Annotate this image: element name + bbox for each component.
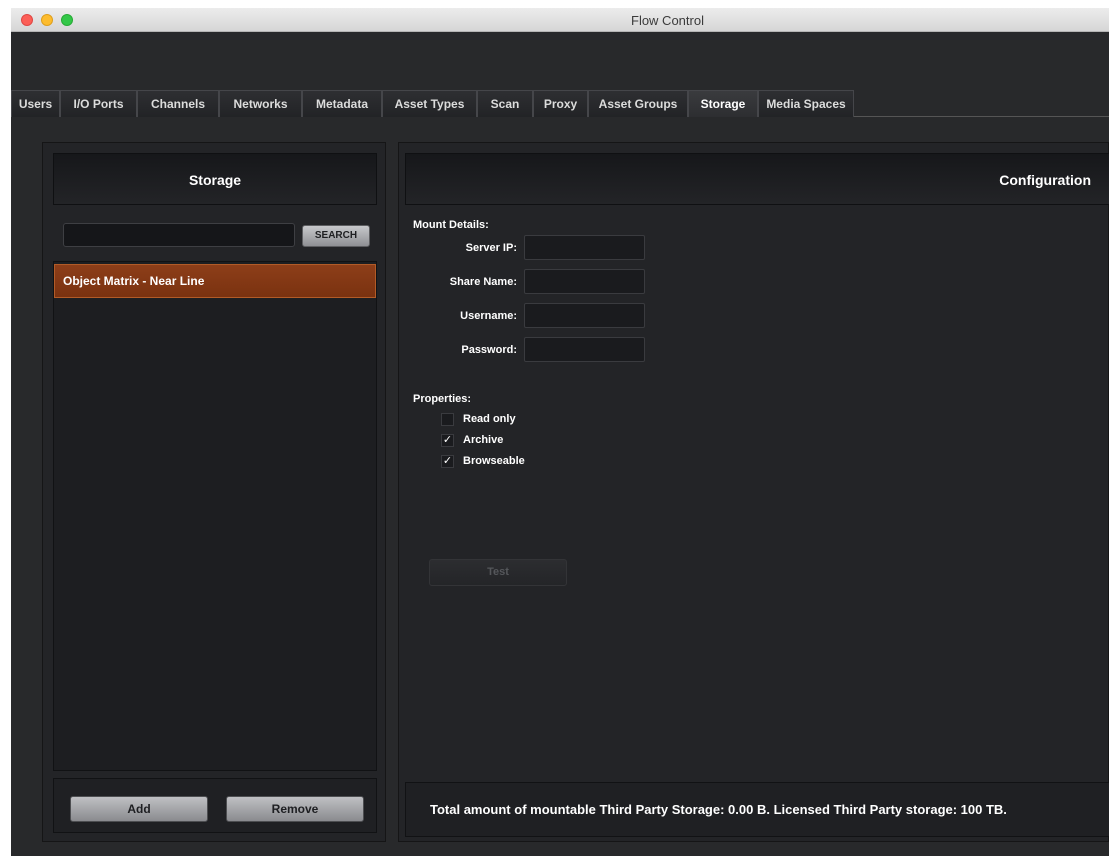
server-ip-label: Server IP: bbox=[465, 242, 517, 254]
mount-details-label: Mount Details: bbox=[413, 219, 489, 231]
password-label: Password: bbox=[461, 344, 517, 356]
tab-metadata[interactable]: Metadata bbox=[302, 90, 382, 117]
tab-channels[interactable]: Channels bbox=[137, 90, 219, 117]
tab-storage[interactable]: Storage bbox=[688, 90, 758, 117]
remove-button[interactable]: Remove bbox=[226, 796, 364, 822]
tab-users[interactable]: Users bbox=[11, 90, 60, 117]
tab-proxy[interactable]: Proxy bbox=[533, 90, 588, 117]
storage-panel-footer: Add Remove bbox=[53, 778, 377, 833]
search-input[interactable] bbox=[63, 223, 295, 247]
properties-label: Properties: bbox=[413, 393, 472, 405]
tab-scan[interactable]: Scan bbox=[477, 90, 533, 117]
browseable-label: Browseable bbox=[463, 455, 525, 467]
configuration-title: Configuration bbox=[405, 153, 1109, 205]
read-only-label: Read only bbox=[463, 413, 516, 425]
share-name-label: Share Name: bbox=[449, 276, 517, 288]
read-only-checkbox[interactable] bbox=[441, 413, 454, 426]
archive-checkbox[interactable]: ✓ bbox=[441, 434, 454, 447]
storage-panel: Storage SEARCH Object Matrix - Near Line… bbox=[42, 142, 386, 842]
username-label: Username: bbox=[460, 310, 517, 322]
archive-label: Archive bbox=[463, 434, 504, 446]
browseable-checkbox[interactable]: ✓ bbox=[441, 455, 454, 468]
tab-networks[interactable]: Networks bbox=[219, 90, 302, 117]
app-window: Flow Control Users I/O Ports Channels Ne… bbox=[11, 8, 1109, 856]
add-button[interactable]: Add bbox=[70, 796, 208, 822]
storage-list-item[interactable]: Object Matrix - Near Line bbox=[54, 264, 376, 298]
server-ip-field[interactable] bbox=[524, 235, 645, 260]
tab-bar: Users I/O Ports Channels Networks Metada… bbox=[11, 90, 1109, 117]
test-button[interactable]: Test bbox=[429, 559, 567, 586]
share-name-field[interactable] bbox=[524, 269, 645, 294]
window-title: Flow Control bbox=[631, 13, 704, 28]
password-field[interactable] bbox=[524, 337, 645, 362]
checkmark-icon: ✓ bbox=[442, 455, 453, 467]
configuration-panel: Configuration Mount Details: Server IP: … bbox=[398, 142, 1109, 842]
title-bar: Flow Control bbox=[11, 8, 1109, 32]
username-field[interactable] bbox=[524, 303, 645, 328]
storage-list: Object Matrix - Near Line bbox=[53, 261, 377, 771]
tab-io-ports[interactable]: I/O Ports bbox=[60, 90, 137, 117]
storage-summary: Total amount of mountable Third Party St… bbox=[405, 782, 1109, 837]
storage-panel-title: Storage bbox=[53, 153, 377, 205]
checkmark-icon: ✓ bbox=[442, 434, 453, 446]
tab-asset-types[interactable]: Asset Types bbox=[382, 90, 477, 117]
search-button[interactable]: SEARCH bbox=[302, 225, 370, 247]
tab-asset-groups[interactable]: Asset Groups bbox=[588, 90, 688, 117]
tab-media-spaces[interactable]: Media Spaces bbox=[758, 90, 854, 117]
